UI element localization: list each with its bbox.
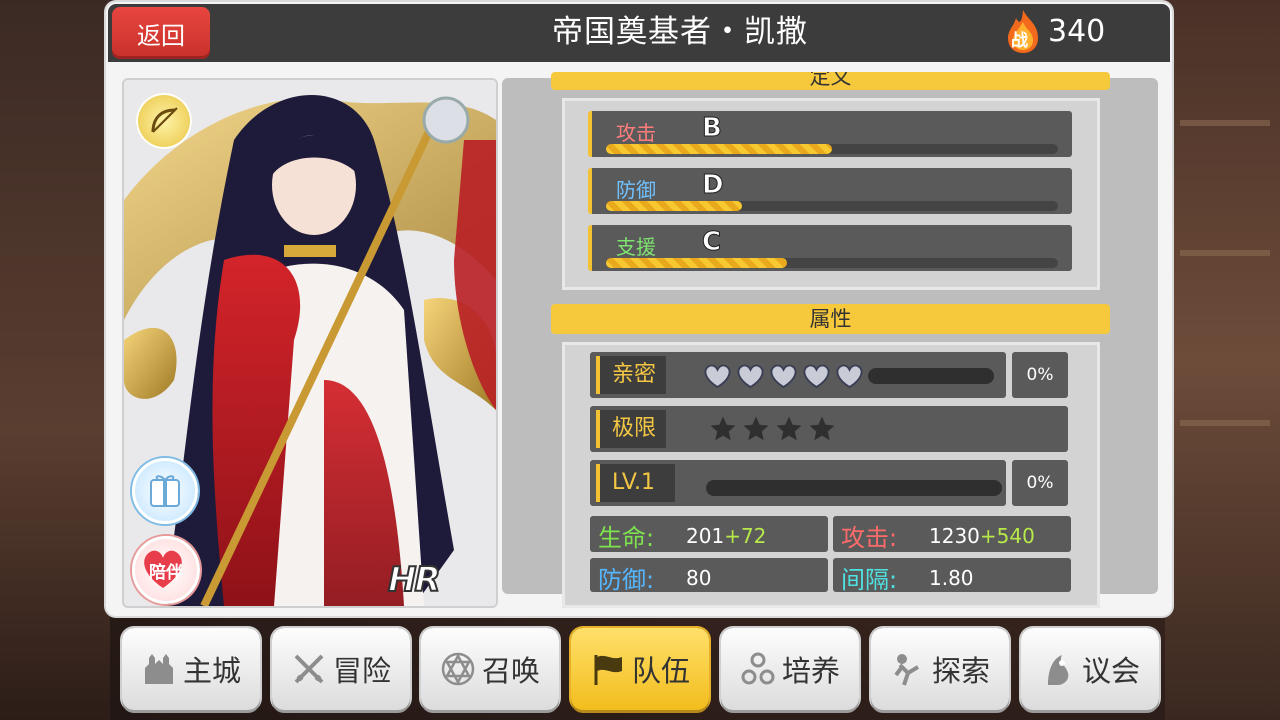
stat-base: 1230 [929,524,980,548]
level-progress-bar [706,480,1002,496]
intimacy-hearts [702,362,865,389]
nav-main-city[interactable]: 主城 [122,628,260,710]
stat-bonus: +72 [724,524,767,548]
level-row: LV.1 [590,460,1006,506]
character-portrait [122,78,498,608]
rarity-badge: HR [387,559,442,601]
power-value: 340 [1048,13,1106,49]
role-row-support: 支援 C [588,225,1072,271]
role-label: 攻击 [616,121,656,145]
background-shelf [1180,120,1270,126]
nav-training[interactable]: 培养 [721,628,859,710]
accompany-button[interactable]: 陪伴 [132,536,200,604]
stat-bonus: +540 [979,524,1035,548]
role-bar [606,201,1058,211]
role-bar [606,144,1058,154]
gift-button[interactable] [132,458,198,524]
heart-icon [770,364,797,389]
limit-label: 极限 [596,410,667,448]
role-row-attack: 攻击 B [588,111,1072,157]
stat-hp: 生命: 201+72 [590,516,828,552]
background-right [1165,0,1280,720]
explore-icon [890,651,926,687]
role-section-title: 定义 [809,72,852,89]
background-shelf [1180,250,1270,256]
nav-team[interactable]: 队伍 [571,628,709,710]
stat-name: 间隔: [841,566,898,594]
intimacy-progress-bar [868,368,994,384]
nav-label: 议会 [1081,654,1140,688]
nav-label: 队伍 [631,654,690,688]
stat-value: 1.80 [929,566,974,590]
role-grade: B [702,113,723,144]
level-percent: 0% [1012,460,1068,506]
limit-stars [708,414,837,444]
character-artwork [124,80,496,606]
intimacy-label: 亲密 [596,356,667,394]
nav-council[interactable]: 议会 [1021,628,1159,710]
role-bar [606,258,1058,268]
stat-base: 1.80 [929,566,974,590]
role-grade: D [702,170,725,201]
stat-value: 80 [686,566,711,590]
nav-label: 主城 [182,654,241,688]
star-icon [809,416,835,441]
stat-defense: 防御: 80 [590,558,828,594]
intimacy-percent: 0% [1012,352,1068,398]
crossed-swords-icon [291,651,327,687]
nav-explore[interactable]: 探索 [871,628,1009,710]
power-badge: 战 [1011,31,1028,51]
stat-value: 1230+540 [929,524,1035,548]
nav-adventure[interactable]: 冒险 [272,628,410,710]
role-label: 支援 [616,235,656,259]
role-section-header: 定义 [551,72,1110,90]
attribute-section-header: 属性 [551,304,1110,334]
team-flag-icon [590,651,626,687]
background-left [0,0,110,720]
fire-icon: 战 [1004,8,1042,54]
star-icon [776,416,802,441]
level-label: LV.1 [596,464,676,502]
role-row-defense: 防御 D [588,168,1072,214]
stat-name: 生命: [598,524,655,552]
stat-base: 80 [686,566,712,590]
intimacy-row: 亲密 [590,352,1006,398]
gift-icon [150,475,180,507]
bow-icon[interactable] [136,93,192,149]
attribute-section-title: 属性 [809,307,852,331]
role-bar-fill [606,201,742,211]
character-title: 帝国奠基者・凯撒 [552,14,808,50]
castle-icon [141,651,177,687]
stat-interval: 间隔: 1.80 [833,558,1071,594]
role-bar-fill [606,144,832,154]
heart-icon [704,364,731,389]
council-icon [1040,651,1076,687]
role-bar-fill [606,258,787,268]
hexagram-icon [440,651,476,687]
star-icon [743,416,769,441]
stat-name: 攻击: [841,524,898,552]
accompany-label: 陪伴 [149,562,183,583]
nav-label: 召唤 [481,654,540,688]
nav-summon[interactable]: 召唤 [421,628,559,710]
nav-label: 培养 [781,654,840,688]
stat-name: 防御: [598,566,655,594]
stat-base: 201 [686,524,725,548]
back-button[interactable]: 返回 [112,7,210,59]
combat-power: 战 340 [1004,8,1105,54]
heart-icon [737,364,764,389]
stat-value: 201+72 [686,524,766,548]
heart-icon [836,364,863,389]
role-label: 防御 [616,178,656,202]
background-shelf [1180,420,1270,426]
heart-icon [803,364,830,389]
stat-attack: 攻击: 1230+540 [833,516,1071,552]
training-icon [740,651,776,687]
nav-label: 冒险 [332,654,391,688]
role-grade: C [701,227,722,258]
star-icon [710,416,736,441]
limit-row: 极限 [590,406,1068,452]
nav-label: 探索 [931,654,990,688]
